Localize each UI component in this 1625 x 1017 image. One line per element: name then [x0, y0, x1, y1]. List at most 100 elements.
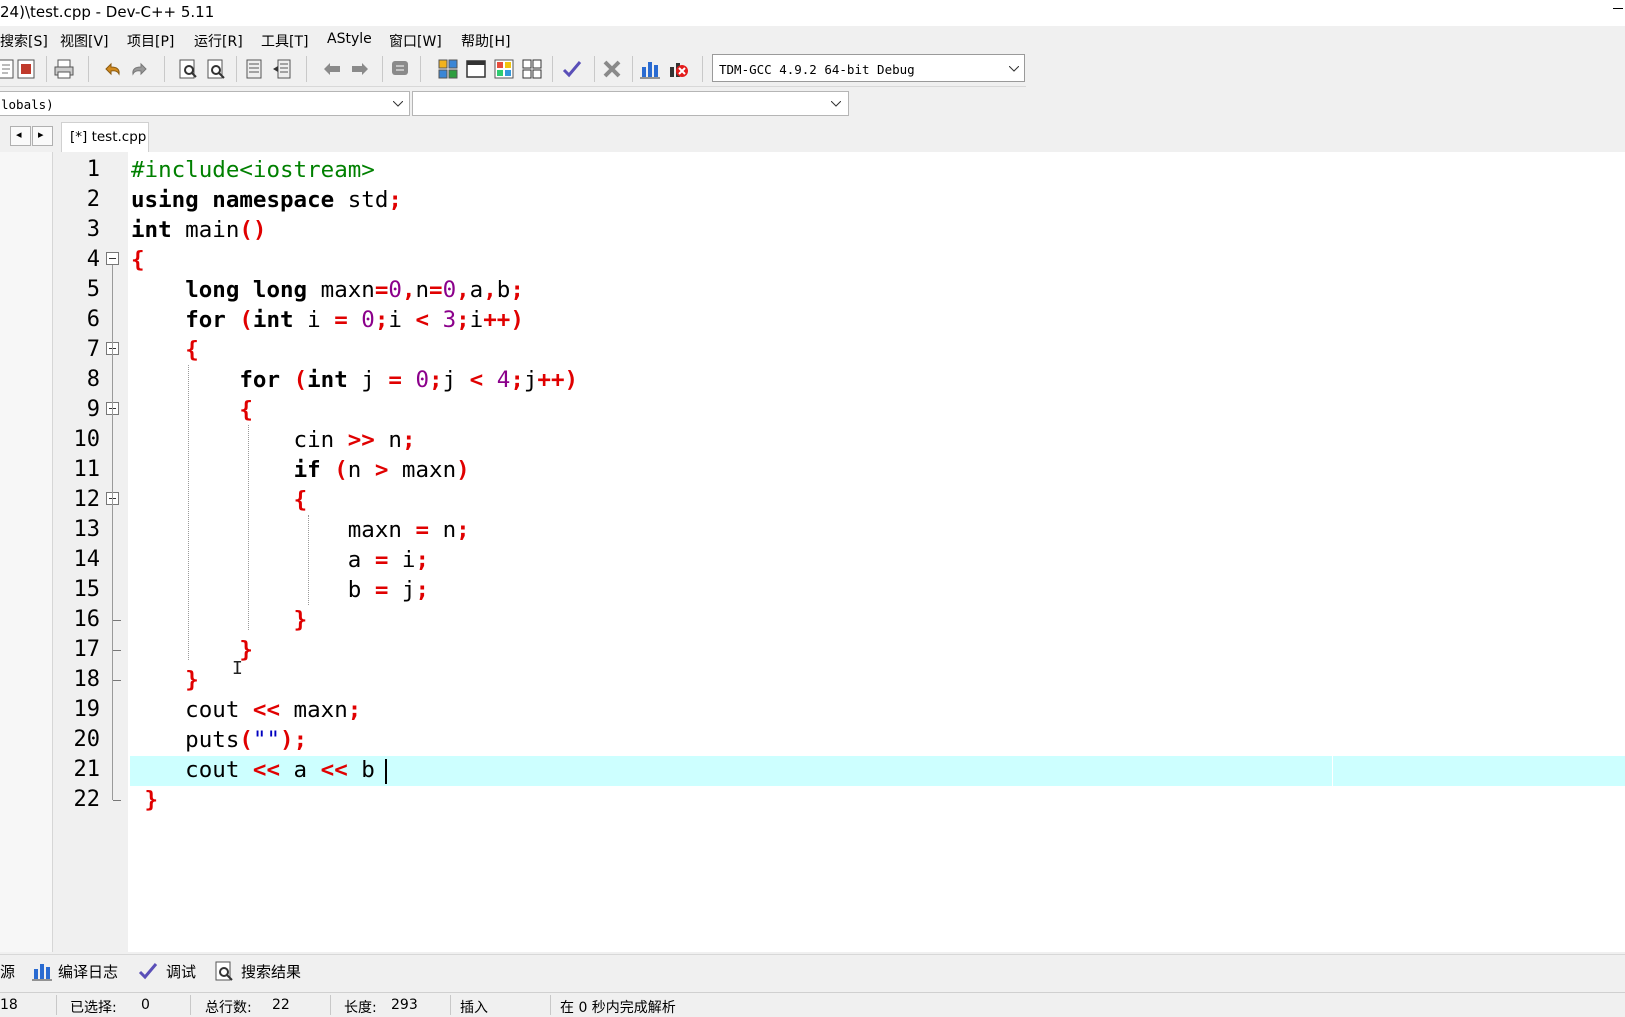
replace-icon[interactable] [204, 57, 228, 81]
line-number: 9 [86, 397, 100, 422]
menu-project[interactable]: 项目[P] [127, 31, 174, 51]
syntax-check-icon[interactable] [560, 57, 584, 81]
run-icon[interactable] [464, 57, 488, 81]
line-number: 15 [73, 577, 101, 602]
fold-end-marker [113, 650, 121, 651]
tab-resources[interactable]: 源 [0, 961, 15, 982]
right-margin-line [1332, 756, 1333, 786]
line-number: 20 [73, 727, 101, 752]
fold-end-marker [113, 680, 121, 681]
menu-search[interactable]: 搜索[S] [0, 31, 48, 51]
bottom-panel-tabs: 源 编译日志 调试 搜索结果 [0, 954, 1625, 987]
menu-tools[interactable]: 工具[T] [261, 31, 308, 51]
compile-run-icon[interactable] [492, 57, 516, 81]
menu-view[interactable]: 视图[V] [60, 31, 109, 51]
scope-select[interactable]: lobals) [0, 91, 410, 116]
code-line: using namespace std; [131, 187, 402, 213]
menu-astyle[interactable]: AStyle [327, 31, 372, 47]
line-number: 11 [73, 457, 101, 482]
tab-search-results[interactable]: 搜索结果 [241, 961, 301, 982]
profile-icon[interactable] [666, 57, 690, 81]
status-bar: 18 已选择: 0 总行数: 22 长度: 293 插入 在 0 秒内完成解析 [0, 992, 1625, 1017]
chart-icon[interactable] [638, 57, 662, 81]
code-line: long long maxn=0,n=0,a,b; [185, 277, 524, 303]
menu-bar: 搜索[S] 视图[V] 项目[P] 运行[R] 工具[T] AStyle 窗口[… [0, 28, 1625, 50]
minimize-button[interactable] [1611, 0, 1625, 16]
line-number: 7 [86, 337, 100, 362]
status-parse-message: 在 0 秒内完成解析 [560, 1000, 676, 1016]
line-number: 1 [86, 157, 100, 182]
tab-compile-log[interactable]: 编译日志 [58, 961, 118, 982]
member-select[interactable] [412, 91, 849, 116]
status-selected-label: 已选择: [70, 1000, 117, 1016]
stop-icon[interactable] [600, 57, 624, 81]
tab-label: [*] test.cpp [70, 129, 147, 145]
open-icon[interactable] [14, 57, 38, 81]
status-line: 18 [0, 997, 18, 1013]
code-line: { [131, 247, 145, 273]
line-number: 12 [73, 487, 101, 512]
tab-next-button[interactable]: ▸ [32, 126, 53, 146]
status-mode: 插入 [460, 1000, 488, 1016]
code-line: #include<iostream> [131, 157, 375, 183]
line-number: 17 [73, 637, 101, 662]
scope-select-value: lobals) [1, 97, 54, 112]
code-line: maxn = n; [131, 517, 470, 543]
fold-end-marker [113, 800, 121, 801]
line-number: 4 [86, 247, 100, 272]
code-line: a = i; [131, 547, 430, 573]
undo-icon[interactable] [100, 57, 124, 81]
search-results-icon [212, 959, 236, 983]
tab-debug[interactable]: 调试 [166, 961, 196, 982]
text-caret [385, 759, 387, 784]
code-line: } [293, 607, 308, 633]
toggle-bookmark-icon[interactable] [320, 57, 344, 81]
tab-prev-icon: ◂ [16, 128, 22, 141]
status-length-label: 长度: [344, 1000, 377, 1016]
code-line: puts(""); [131, 727, 308, 753]
menu-window[interactable]: 窗口[W] [389, 31, 442, 51]
print-icon[interactable] [52, 57, 76, 81]
chevron-down-icon [1009, 66, 1019, 72]
compile-icon[interactable] [436, 57, 460, 81]
code-line: } [144, 787, 159, 813]
line-number: 18 [73, 667, 101, 692]
fold-toggle-icon[interactable] [106, 252, 119, 265]
goto-bookmark-icon[interactable] [348, 57, 372, 81]
project-panel [0, 152, 53, 952]
compile-log-icon [30, 959, 54, 983]
chevron-down-icon [831, 101, 841, 107]
find-icon[interactable] [176, 57, 200, 81]
line-number: 16 [73, 607, 101, 632]
line-number: 21 [73, 757, 101, 782]
line-number: 10 [73, 427, 101, 452]
code-line: for (int i = 0;i < 3;i++) [185, 307, 524, 333]
redo-icon[interactable] [128, 57, 152, 81]
class-browser-bar: lobals) [0, 88, 851, 120]
tab-prev-button[interactable]: ◂ [10, 126, 31, 146]
indent-icon[interactable] [242, 57, 266, 81]
code-line: if (n > maxn) [293, 457, 470, 483]
menu-help[interactable]: 帮助[H] [461, 31, 510, 51]
comment-icon[interactable] [388, 57, 412, 81]
code-line: { [239, 397, 253, 423]
code-line: cout << a << b [131, 757, 375, 783]
code-line: } [185, 667, 199, 693]
line-number: 3 [86, 217, 100, 242]
chevron-down-icon [393, 101, 403, 107]
tab-next-icon: ▸ [38, 128, 44, 141]
menu-run[interactable]: 运行[R] [194, 31, 243, 51]
editor-tab-bar: ◂ ▸ [*] test.cpp [0, 122, 1625, 152]
status-total-value: 22 [272, 997, 290, 1013]
unindent-icon[interactable] [270, 57, 294, 81]
line-number: 14 [73, 547, 101, 572]
title-bar: 24)\test.cpp - Dev-C++ 5.11 [0, 0, 1625, 26]
compiler-select[interactable]: TDM-GCC 4.9.2 64-bit Debug [712, 54, 1025, 82]
code-line: b = j; [131, 577, 430, 603]
mouse-ibeam-icon: I [232, 658, 243, 679]
tab-test-cpp[interactable]: [*] test.cpp [61, 122, 149, 152]
code-line: for (int j = 0;j < 4;j++) [239, 367, 579, 393]
status-length-value: 293 [391, 997, 418, 1013]
rebuild-icon[interactable] [520, 57, 544, 81]
status-total-label: 总行数: [205, 1000, 252, 1016]
